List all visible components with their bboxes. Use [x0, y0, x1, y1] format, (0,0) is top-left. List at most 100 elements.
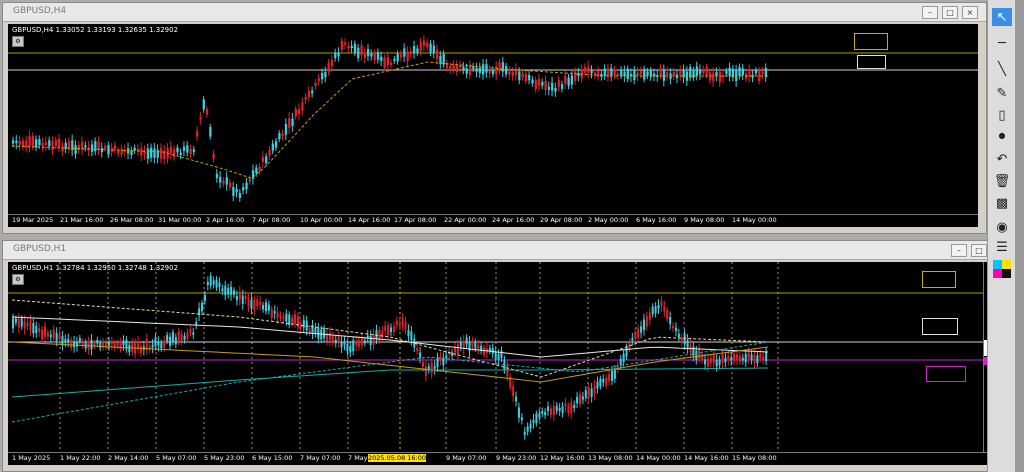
candle — [58, 329, 61, 344]
chart-window-h4[interactable]: GBPUSD,H4 – □ × GBPUSD,H4 1.33052 1.3319… — [2, 2, 987, 234]
price-chart[interactable]: GBPUSD,H4 1.33052 1.33193 1.32635 1.3290… — [8, 24, 978, 227]
candle — [302, 314, 305, 333]
candle — [426, 38, 429, 52]
candle — [407, 324, 410, 342]
cursor-icon[interactable]: ↖ — [992, 8, 1012, 26]
candle — [104, 142, 107, 152]
minimize-button[interactable]: – — [922, 6, 938, 19]
candle — [265, 153, 268, 167]
candle — [738, 63, 741, 80]
minimize-button[interactable]: – — [951, 244, 967, 257]
candle — [347, 41, 350, 53]
candle — [189, 325, 192, 337]
candle — [110, 336, 113, 350]
candle — [71, 134, 74, 157]
time-tick-label: 17 Apr 08:00 — [394, 216, 437, 224]
candle — [360, 332, 363, 350]
candle — [205, 105, 209, 118]
trash-icon[interactable]: 🗑 — [992, 172, 1012, 190]
scrollbar[interactable] — [1015, 0, 1024, 472]
candle — [523, 426, 526, 440]
list-icon[interactable]: ☰ — [992, 238, 1012, 256]
candle — [761, 66, 764, 79]
candle — [634, 327, 637, 344]
candle — [756, 351, 759, 368]
candle — [432, 40, 436, 59]
time-tick-label: 14 May 00:00 — [636, 454, 681, 462]
chart-settings-icon[interactable]: ⚙ — [12, 274, 24, 285]
color-palette-icon[interactable] — [992, 260, 1012, 278]
candle — [288, 112, 291, 134]
window-title: GBPUSD,H1 — [13, 244, 67, 254]
candle — [41, 137, 44, 152]
candle — [176, 144, 179, 156]
candle — [261, 150, 265, 168]
candle — [560, 80, 564, 93]
candle — [376, 48, 380, 64]
candle — [731, 64, 735, 82]
candle — [643, 65, 646, 83]
time-tick-label: 26 Mar 08:00 — [110, 216, 154, 224]
candle — [84, 141, 87, 152]
candle — [291, 113, 294, 132]
maximize-button[interactable]: □ — [942, 6, 958, 19]
candle — [616, 361, 619, 373]
window-titlebar[interactable]: GBPUSD,H4 – □ × — [3, 3, 986, 22]
time-tick-label: 9 May 23:00 — [496, 454, 537, 462]
candle — [526, 422, 529, 436]
time-tick-label: 13 May 08:00 — [588, 454, 633, 462]
candlestick-plot[interactable] — [8, 24, 978, 215]
candlestick-plot[interactable] — [8, 262, 983, 453]
candle — [465, 334, 468, 349]
candle — [485, 58, 488, 78]
time-tick-label: 24 Apr 16:00 — [492, 216, 535, 224]
candle — [148, 342, 151, 353]
candle — [372, 328, 375, 350]
candle — [689, 63, 692, 81]
candle — [680, 333, 683, 347]
maximize-button[interactable]: □ — [971, 244, 987, 257]
trade-level-box-yellow[interactable] — [922, 271, 956, 288]
candle — [558, 402, 561, 416]
candle — [201, 299, 204, 315]
horizontal-line-icon[interactable]: ─ — [992, 34, 1012, 52]
robot-icon[interactable]: ▩ — [992, 194, 1012, 212]
trade-level-box-white[interactable] — [857, 55, 886, 69]
candle — [557, 76, 560, 92]
candle — [666, 306, 669, 323]
candle — [173, 145, 176, 161]
moving-average-line — [11, 341, 769, 423]
candle — [631, 332, 634, 346]
candle — [380, 51, 383, 67]
candle — [202, 96, 205, 113]
dot-icon[interactable]: ● — [992, 126, 1012, 144]
candle — [307, 86, 311, 102]
pencil-icon[interactable]: ✎ — [992, 84, 1012, 102]
candle — [606, 63, 610, 82]
chart-settings-icon[interactable]: ⚙ — [12, 36, 24, 47]
window-titlebar[interactable]: GBPUSD,H1 – □ × — [3, 241, 1015, 260]
candle — [386, 51, 390, 72]
candle — [70, 336, 73, 352]
candle — [576, 392, 579, 408]
trade-level-box-white[interactable] — [922, 318, 958, 335]
candle — [419, 347, 422, 364]
candle — [232, 287, 236, 298]
time-tick-label: 2 May 00:00 — [588, 216, 629, 224]
candle — [659, 64, 662, 80]
trade-level-box-magenta[interactable] — [926, 366, 966, 382]
close-button[interactable]: × — [962, 6, 978, 19]
ruler-icon[interactable]: ▯ — [992, 106, 1012, 124]
chart-window-h1[interactable]: GBPUSD,H1 – □ × GBPUSD,H1 1.32784 1.3295… — [2, 240, 1024, 472]
undo-icon[interactable]: ↶ — [992, 150, 1012, 168]
candle — [353, 40, 357, 56]
candle — [462, 61, 465, 75]
candle — [613, 65, 616, 79]
candle — [427, 362, 430, 374]
trade-level-box-yellow[interactable] — [854, 33, 888, 50]
trendline-icon[interactable]: ╲ — [992, 60, 1012, 78]
price-chart[interactable]: GBPUSD,H1 1.32784 1.32950 1.32748 1.3290… — [8, 262, 1024, 465]
candle — [369, 330, 372, 351]
time-tick-label: 2 Apr 16:00 — [206, 216, 245, 224]
camera-icon[interactable]: ◉ — [992, 218, 1012, 236]
